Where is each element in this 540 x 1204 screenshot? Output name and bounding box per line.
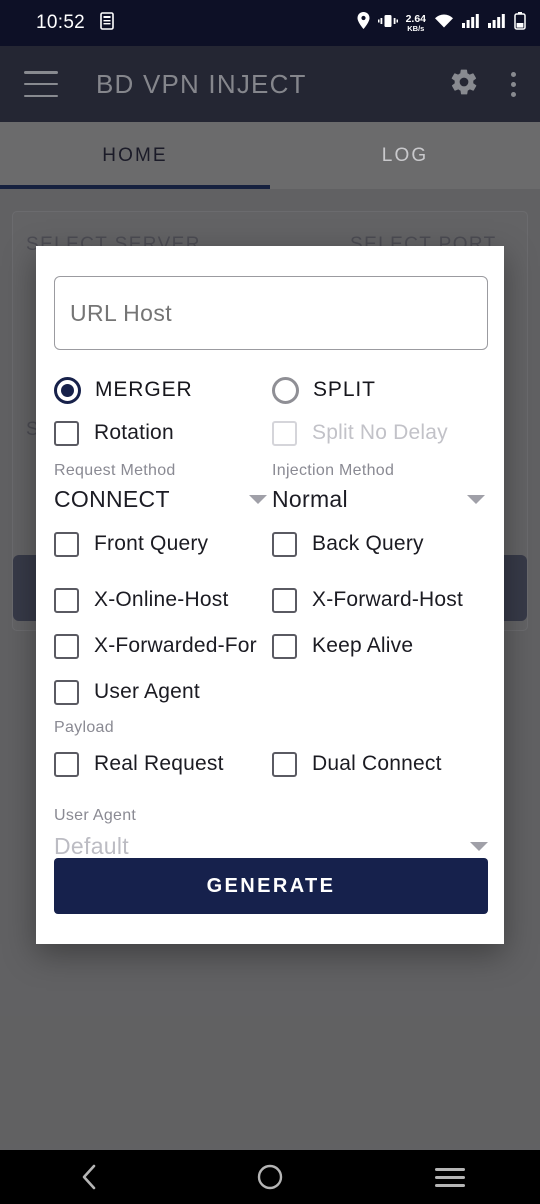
checkbox-back-query-label: Back Query [312,532,424,555]
method-select-row: Request Method CONNECT Injection Method … [54,462,486,513]
more-vertical-icon[interactable] [505,68,522,101]
checkbox-front-query-label: Front Query [94,532,209,555]
system-navigation-bar [0,1150,540,1204]
network-speed-value: 2.64 [405,13,426,25]
status-right-icons: 2.64 KB/s [357,11,526,35]
radio-split-label: SPLIT [313,378,376,401]
status-left-icons [99,11,115,35]
mode-radio-row: MERGER SPLIT [54,370,486,410]
tab-home[interactable]: HOME [0,122,270,189]
checkbox-keep-alive-label: Keep Alive [312,634,414,657]
checkbox-x-forwarded-for-label: X-Forwarded-For [94,634,257,657]
checkbox-split-no-delay-box [272,420,297,446]
checkbox-x-forwarded-for-box[interactable] [54,633,79,659]
checkbox-x-online-host-label: X-Online-Host [94,588,229,611]
status-time: 10:52 [36,12,86,33]
radio-merger-indicator[interactable] [54,376,81,404]
checkbox-dual-connect-label: Dual Connect [312,752,442,775]
tab-bar: HOME LOG [0,122,540,189]
checkbox-back-query[interactable]: Back Query [272,521,486,567]
gear-icon[interactable] [449,67,479,102]
user-agent-select: User Agent Default [54,807,488,860]
radio-merger-label: MERGER [95,378,193,401]
chevron-down-icon[interactable] [467,495,485,504]
checkbox-x-online-host[interactable]: X-Online-Host [54,577,268,623]
status-bar: 10:52 2.64 KB/s [0,0,540,46]
checkbox-real-request[interactable]: Real Request [54,741,268,787]
user-agent-select-value: Default [54,833,129,859]
generate-button[interactable]: GENERATE [54,858,488,914]
url-host-input[interactable] [54,276,488,350]
document-icon [99,11,115,35]
checkbox-x-forward-host-box[interactable] [272,587,297,613]
page-title: BD VPN INJECT [96,68,307,99]
checkbox-user-agent[interactable]: User Agent [54,669,268,715]
checkbox-back-query-box[interactable] [272,531,297,557]
home-icon[interactable] [180,1150,360,1204]
checkbox-x-online-host-box[interactable] [54,587,79,613]
app-bar: BD VPN INJECT [0,46,540,122]
checkbox-x-forward-host[interactable]: X-Forward-Host [272,577,486,623]
request-method-value: CONNECT [54,486,170,512]
checkbox-x-forwarded-for[interactable]: X-Forwarded-For [54,623,268,669]
location-icon [357,12,370,34]
signal-icon [462,13,480,34]
request-method-label: Request Method [54,462,176,479]
radio-option-split[interactable]: SPLIT [272,370,486,410]
injection-method-label: Injection Method [272,462,395,479]
checkbox-front-query[interactable]: Front Query [54,521,268,567]
wifi-icon [434,13,454,34]
checkbox-split-no-delay-label: Split No Delay [312,421,448,444]
tab-log[interactable]: LOG [270,122,540,189]
checkbox-x-forward-host-label: X-Forward-Host [312,588,463,611]
checkbox-rotation[interactable]: Rotation [54,410,268,456]
phone-screen: 10:52 2.64 KB/s BD VPN INJECT HOME LOG U… [0,0,540,1204]
back-icon[interactable] [0,1150,180,1204]
toggle-row-4: X-Forwarded-For Keep Alive [54,623,486,669]
battery-icon [514,11,526,35]
toggle-row-3: X-Online-Host X-Forward-Host [54,577,486,623]
toggle-row-1: Rotation Split No Delay [54,410,486,456]
checkbox-user-agent-label: User Agent [94,680,200,703]
checkbox-dual-connect[interactable]: Dual Connect [272,741,486,787]
radio-split-indicator[interactable] [272,376,299,404]
checkbox-dual-connect-box[interactable] [272,751,297,777]
recents-icon[interactable] [360,1150,540,1204]
toggle-row-2: Front Query Back Query [54,521,486,567]
checkbox-rotation-box[interactable] [54,420,79,446]
checkbox-front-query-box[interactable] [54,531,79,557]
app-bar-actions [449,67,522,102]
network-speed-indicator: 2.64 KB/s [406,14,426,32]
user-agent-select-label: User Agent [54,807,137,824]
checkbox-user-agent-box[interactable] [54,679,79,705]
generate-payload-dialog: MERGER SPLIT Rotation Split No Delay [36,246,504,944]
toggle-row-6: Real Request Dual Connect [54,741,486,787]
radio-option-merger[interactable]: MERGER [54,370,268,410]
toggle-row-5-spacer [272,669,486,715]
checkbox-split-no-delay: Split No Delay [272,410,486,456]
checkbox-real-request-box[interactable] [54,751,79,777]
signal-icon [488,13,506,34]
chevron-down-icon [470,842,488,851]
checkbox-keep-alive-box[interactable] [272,633,297,659]
injection-method-value: Normal [272,486,348,512]
payload-section-label: Payload [54,719,114,736]
checkbox-keep-alive[interactable]: Keep Alive [272,623,486,669]
vibrate-icon [377,13,398,34]
hamburger-icon[interactable] [24,71,58,97]
request-method-select[interactable]: Request Method CONNECT [54,462,268,513]
chevron-down-icon[interactable] [249,495,267,504]
network-speed-unit: KB/s [407,23,425,33]
injection-method-select[interactable]: Injection Method Normal [272,462,486,513]
toggle-row-5: User Agent [54,669,486,715]
checkbox-rotation-label: Rotation [94,421,174,444]
checkbox-real-request-label: Real Request [94,752,224,775]
